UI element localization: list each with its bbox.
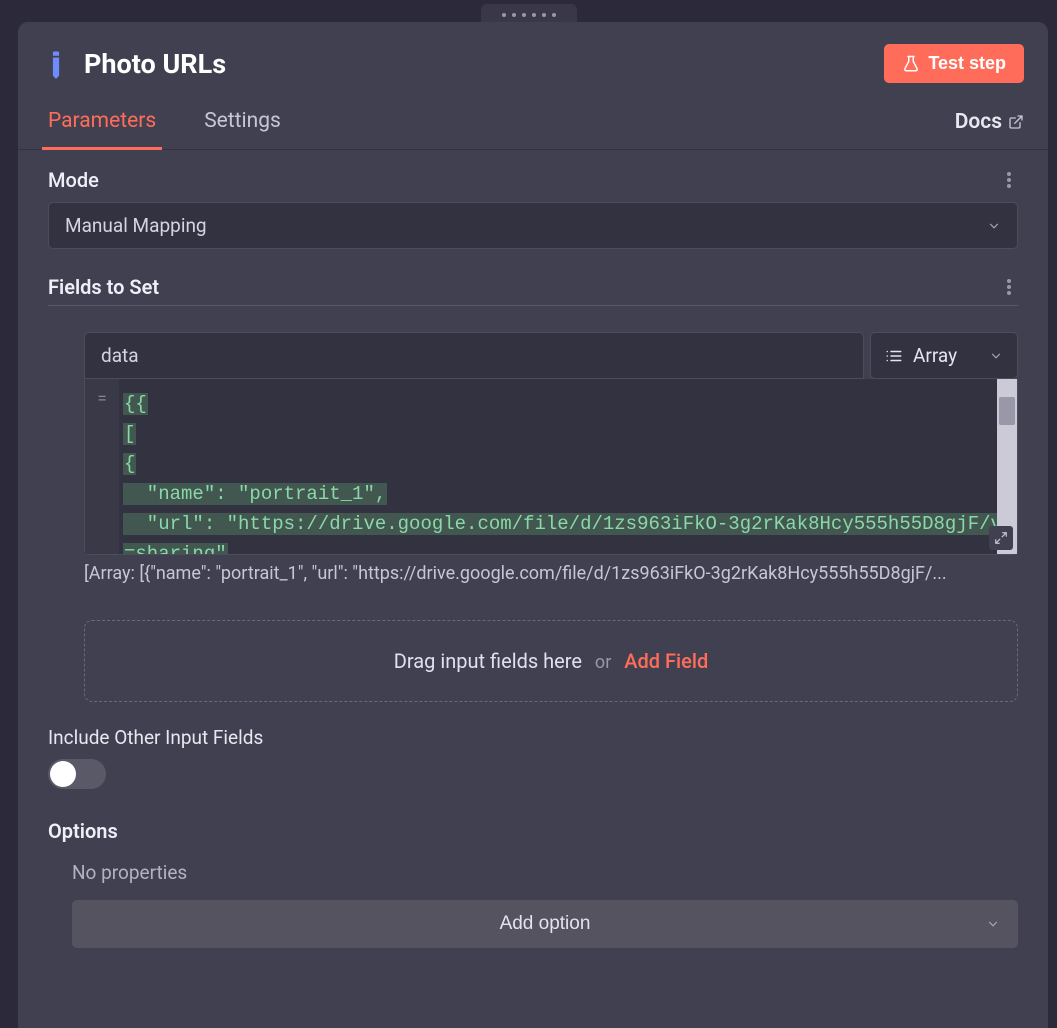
include-other-label: Include Other Input Fields <box>48 726 1018 749</box>
tab-parameters[interactable]: Parameters <box>42 95 162 150</box>
fields-menu[interactable] <box>1000 277 1018 297</box>
add-field-link[interactable]: Add Field <box>624 649 708 673</box>
field-expression-editor[interactable]: = {{ [ { "name": "portrait_1", "url": "h… <box>84 379 1018 555</box>
edit-icon <box>36 44 76 84</box>
panel-title: Photo URLs <box>84 48 884 80</box>
field-preview: [Array: [{"name": "portrait_1", "url": "… <box>84 563 1018 584</box>
code-content[interactable]: {{ [ { "name": "portrait_1", "url": "htt… <box>119 379 997 554</box>
add-option-button[interactable]: Add option <box>72 900 1018 948</box>
panel-header: Photo URLs Test step <box>18 22 1048 95</box>
chevron-down-icon <box>986 917 1000 931</box>
tab-settings[interactable]: Settings <box>198 95 287 150</box>
panel-body: Mode Manual Mapping Fields to Set data A… <box>18 150 1048 966</box>
mode-section-header: Mode <box>48 168 1018 192</box>
flask-icon <box>902 55 920 73</box>
tab-bar: Parameters Settings Docs <box>18 95 1048 150</box>
docs-link[interactable]: Docs <box>955 96 1024 148</box>
include-other-fields-row: Include Other Input Fields <box>48 726 1018 789</box>
include-other-toggle[interactable] <box>48 759 106 789</box>
chevron-down-icon <box>989 349 1003 363</box>
expand-icon[interactable] <box>989 526 1013 550</box>
options-section-header: Options <box>48 819 1018 843</box>
field-name-input[interactable]: data <box>84 332 864 379</box>
list-icon <box>885 347 903 365</box>
options-label: Options <box>48 819 1018 843</box>
mode-dropdown[interactable]: Manual Mapping <box>48 202 1018 249</box>
mode-menu[interactable] <box>1000 170 1018 190</box>
field-dropzone[interactable]: Drag input fields here or Add Field <box>84 620 1018 702</box>
options-empty-text: No properties <box>72 861 1018 884</box>
fields-label: Fields to Set <box>48 275 159 299</box>
node-config-panel: Photo URLs Test step Parameters Settings… <box>18 22 1048 1028</box>
field-item: data Array = {{ [ { "name": "portrait_1"… <box>84 332 1018 584</box>
code-gutter: = <box>85 379 119 554</box>
test-step-button[interactable]: Test step <box>884 44 1024 83</box>
fields-section-header: Fields to Set <box>48 275 1018 306</box>
chevron-down-icon <box>987 219 1001 233</box>
external-link-icon <box>1008 114 1024 130</box>
field-type-dropdown[interactable]: Array <box>870 332 1018 379</box>
mode-label: Mode <box>48 168 99 192</box>
